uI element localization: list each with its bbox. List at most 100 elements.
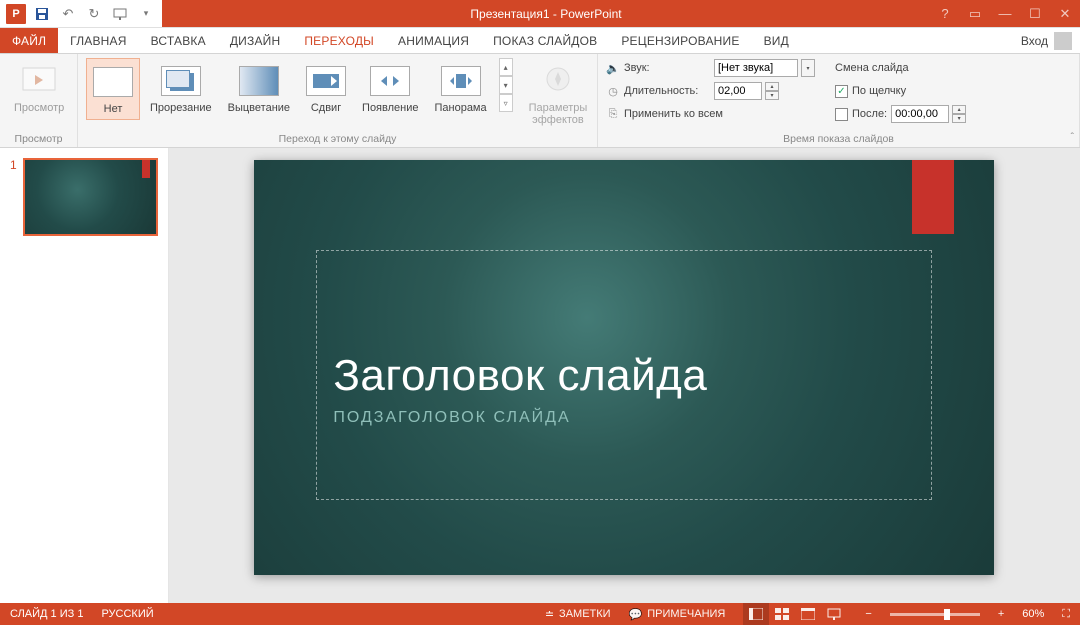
thumb-preview[interactable] — [23, 158, 158, 236]
maximize-icon[interactable]: ☐ — [1020, 0, 1050, 28]
after-input[interactable] — [891, 105, 949, 123]
redo-icon[interactable]: ↻ — [82, 2, 106, 26]
duration-down-icon[interactable]: ▾ — [765, 91, 779, 100]
transition-push-icon — [306, 62, 346, 100]
duration-input[interactable] — [714, 82, 762, 100]
transition-wipe-icon — [370, 62, 410, 100]
sound-dropdown-icon[interactable]: ▾ — [801, 59, 815, 77]
zoom-slider[interactable] — [890, 613, 980, 616]
group-preview-label: Просмотр — [0, 133, 77, 145]
qat-customize-icon[interactable]: ▾ — [134, 2, 158, 26]
group-preview: Просмотр Просмотр — [0, 54, 78, 147]
ribbon-tabs: ФАЙЛ ГЛАВНАЯ ВСТАВКА ДИЗАЙН ПЕРЕХОДЫ АНИ… — [0, 28, 1080, 54]
on-click-checkbox[interactable]: ✓ — [835, 85, 848, 98]
gallery-more-icon[interactable]: ▿ — [499, 94, 513, 112]
after-checkbox[interactable] — [835, 108, 848, 121]
tab-review[interactable]: РЕЦЕНЗИРОВАНИЕ — [609, 28, 751, 53]
comments-button[interactable]: 💬 ПРИМЕЧАНИЯ — [629, 608, 726, 621]
status-bar: СЛАЙД 1 ИЗ 1 РУССКИЙ ≐ ЗАМЕТКИ 💬 ПРИМЕЧА… — [0, 603, 1080, 625]
group-timing: 🔈 Звук: ▾ ◷ Длительность: ▴▾ ⎘ Применить… — [598, 54, 1080, 147]
tab-home[interactable]: ГЛАВНАЯ — [58, 28, 138, 53]
window-controls: ? ▭ — ☐ ✕ — [930, 0, 1080, 27]
zoom-out-icon[interactable]: − — [865, 608, 871, 620]
group-timing-label: Время показа слайдов — [598, 133, 1079, 145]
help-icon[interactable]: ? — [930, 0, 960, 28]
slide-editor: Заголовок слайда ПОДЗАГОЛОВОК СЛАЙДА — [169, 148, 1080, 603]
transition-split-icon — [441, 62, 481, 100]
avatar-icon — [1054, 32, 1072, 50]
sound-select[interactable] — [714, 59, 798, 77]
tab-insert[interactable]: ВСТАВКА — [139, 28, 218, 53]
transition-fade[interactable]: Выцветание — [222, 58, 296, 118]
apply-all-button[interactable]: Применить ко всем — [624, 108, 723, 120]
transition-split-label: Панорама — [434, 102, 486, 114]
transition-wipe[interactable]: Появление — [356, 58, 424, 118]
minimize-icon[interactable]: — — [990, 0, 1020, 28]
duration-label: Длительность: — [624, 85, 710, 97]
comments-icon: 💬 — [629, 608, 643, 621]
effect-options-icon — [538, 62, 578, 100]
transition-push[interactable]: Сдвиг — [300, 58, 352, 118]
transition-fade-icon — [239, 62, 279, 100]
duration-icon: ◷ — [606, 84, 620, 98]
tab-file[interactable]: ФАЙЛ — [0, 28, 58, 53]
app-icon[interactable]: P — [4, 2, 28, 26]
after-up-icon[interactable]: ▴ — [952, 105, 966, 114]
tab-animations[interactable]: АНИМАЦИЯ — [386, 28, 481, 53]
tab-transitions[interactable]: ПЕРЕХОДЫ — [292, 28, 386, 53]
gallery-up-icon[interactable]: ▴ — [499, 58, 513, 76]
view-buttons — [743, 603, 847, 625]
notes-label: ЗАМЕТКИ — [559, 608, 611, 620]
fit-window-icon[interactable]: ⛶ — [1062, 608, 1070, 621]
transition-fade-label: Выцветание — [228, 102, 290, 114]
undo-icon[interactable]: ↶ — [56, 2, 80, 26]
ribbon-display-icon[interactable]: ▭ — [960, 0, 990, 28]
transition-none[interactable]: Нет — [86, 58, 140, 120]
window-title: Презентация1 - PowerPoint — [162, 0, 930, 27]
slide-title-text[interactable]: Заголовок слайда — [333, 351, 915, 401]
tab-view[interactable]: ВИД — [752, 28, 801, 53]
status-language[interactable]: РУССКИЙ — [101, 608, 153, 620]
view-sorter-icon[interactable] — [769, 603, 795, 625]
collapse-ribbon-icon[interactable]: ˆ — [1071, 132, 1074, 143]
transition-wipe-label: Появление — [362, 102, 418, 114]
duration-up-icon[interactable]: ▴ — [765, 82, 779, 91]
notes-button[interactable]: ≐ ЗАМЕТКИ — [545, 608, 611, 621]
effect-options-label: Параметры эффектов — [529, 102, 588, 126]
zoom-thumb[interactable] — [944, 609, 950, 620]
view-reading-icon[interactable] — [795, 603, 821, 625]
transition-split[interactable]: Панорама — [428, 58, 492, 118]
view-normal-icon[interactable] — [743, 603, 769, 625]
slide-subtitle-text[interactable]: ПОДЗАГОЛОВОК СЛАЙДА — [333, 409, 915, 427]
preview-label: Просмотр — [14, 102, 64, 114]
view-slideshow-icon[interactable] — [821, 603, 847, 625]
start-slideshow-icon[interactable] — [108, 2, 132, 26]
transition-cut[interactable]: Прорезание — [144, 58, 218, 118]
after-down-icon[interactable]: ▾ — [952, 114, 966, 123]
advance-label: Смена слайда — [835, 62, 909, 74]
tab-slideshow[interactable]: ПОКАЗ СЛАЙДОВ — [481, 28, 609, 53]
zoom-value[interactable]: 60% — [1022, 608, 1044, 620]
group-transitions-label: Переход к этому слайду — [78, 133, 597, 145]
quick-access-toolbar: P ↶ ↻ ▾ — [0, 0, 162, 27]
signin-button[interactable]: Вход — [1013, 28, 1080, 53]
status-slide-count[interactable]: СЛАЙД 1 ИЗ 1 — [10, 608, 83, 620]
sound-label: Звук: — [624, 62, 710, 74]
transition-none-label: Нет — [104, 103, 123, 115]
gallery-down-icon[interactable]: ▾ — [499, 76, 513, 94]
after-label: После: — [852, 108, 887, 120]
slide-thumbnails: 1 — [0, 148, 169, 603]
ribbon: Просмотр Просмотр Нет Прорезание Выцвета… — [0, 54, 1080, 148]
thumb-number: 1 — [10, 158, 17, 236]
tab-design[interactable]: ДИЗАЙН — [218, 28, 293, 53]
thumb-item[interactable]: 1 — [10, 158, 158, 236]
transition-cut-icon — [161, 62, 201, 100]
title-placeholder[interactable]: Заголовок слайда ПОДЗАГОЛОВОК СЛАЙДА — [316, 250, 932, 500]
slide-canvas[interactable]: Заголовок слайда ПОДЗАГОЛОВОК СЛАЙДА — [254, 160, 994, 575]
zoom-in-icon[interactable]: + — [998, 608, 1004, 620]
close-icon[interactable]: ✕ — [1050, 0, 1080, 28]
save-icon[interactable] — [30, 2, 54, 26]
transitions-gallery: Нет Прорезание Выцветание Сдвиг Появлени… — [86, 58, 513, 120]
preview-button[interactable]: Просмотр — [8, 58, 70, 118]
effect-options-button[interactable]: Параметры эффектов — [523, 58, 594, 130]
